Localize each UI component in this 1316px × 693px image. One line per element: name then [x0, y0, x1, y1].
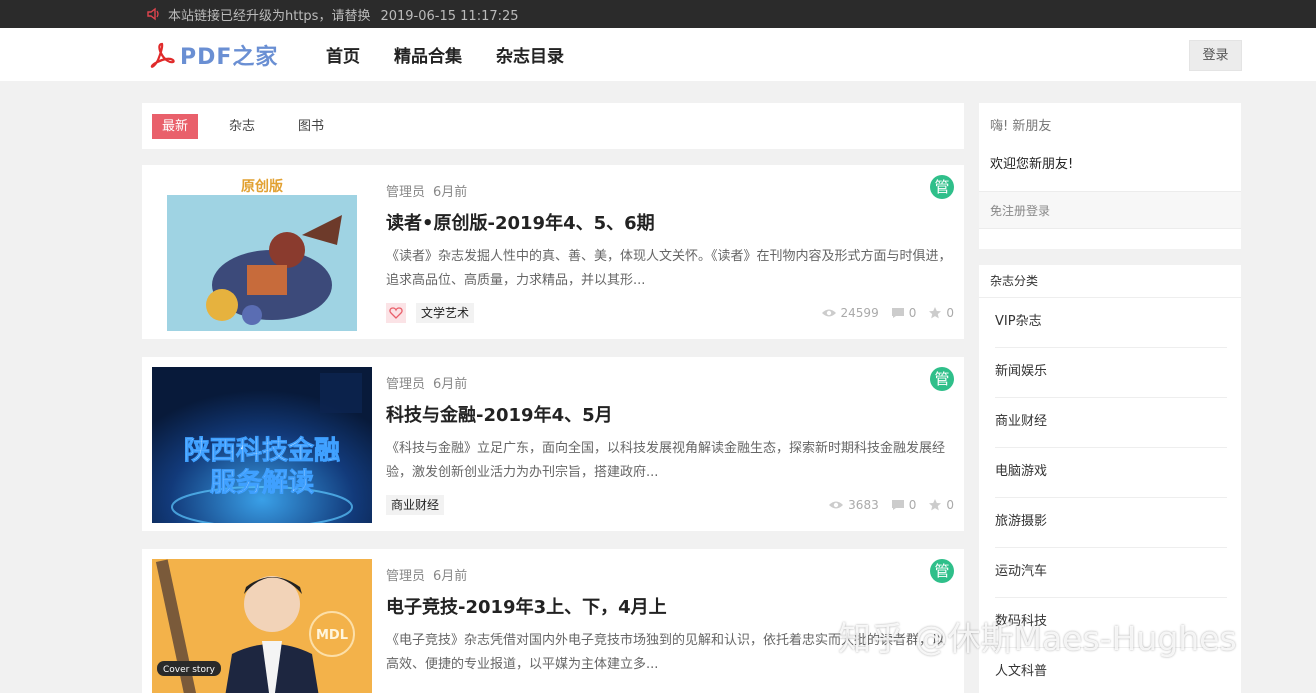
welcome-greeting: 嗨! 新朋友: [990, 119, 1052, 134]
site-header: PDF之家 首页 精品合集 杂志目录 登录: [0, 28, 1316, 81]
comments-stat[interactable]: 0: [891, 306, 917, 320]
post-card: 陕西科技金融 服务解读 管理员 6月前 管 科技与金融-2019年4、5月 《科技…: [142, 357, 964, 531]
category-panel-title: 杂志分类: [979, 265, 1241, 298]
category-item-business-finance[interactable]: 商业财经: [995, 398, 1227, 448]
views-count: 24599: [840, 306, 879, 320]
admin-badge: 管: [930, 367, 954, 391]
post-author[interactable]: 管理员: [386, 569, 425, 584]
category-item-sports-auto[interactable]: 运动汽车: [995, 548, 1227, 598]
post-title[interactable]: 科技与金融-2019年4、5月: [386, 401, 613, 427]
cover-label: Cover story: [163, 665, 216, 675]
welcome-panel: 嗨! 新朋友 欢迎您新朋友! 免注册登录: [979, 103, 1241, 249]
star-icon: [929, 307, 942, 319]
cover-illustration: 原创版: [152, 175, 372, 331]
main-nav: 首页 精品合集 杂志目录: [326, 28, 598, 81]
welcome-message: 欢迎您新朋友!: [990, 157, 1074, 172]
post-excerpt: 《读者》杂志发掘人性中的真、善、美，体现人文关怀。《读者》在刊物内容及形式方面与…: [386, 249, 952, 288]
post-excerpt: 《科技与金融》立足广东，面向全国，以科技发展视角解读金融生态，探索新时期科技金融…: [386, 441, 946, 480]
post-cover[interactable]: MDL Cover story: [152, 559, 372, 693]
tab-magazines[interactable]: 杂志: [219, 114, 265, 139]
tab-latest[interactable]: 最新: [152, 114, 199, 139]
register-login-link[interactable]: 免注册登录: [979, 191, 1241, 229]
category-item-travel-photo[interactable]: 旅游摄影: [995, 498, 1227, 548]
post-time: 6月前: [433, 377, 468, 392]
cover-subheadline: 服务解读: [210, 468, 314, 498]
views-count: 3683: [848, 498, 879, 512]
notice-date: 2019-06-15 11:17:25: [380, 9, 519, 24]
post-meta: 管理员 6月前: [386, 181, 467, 200]
post-author[interactable]: 管理员: [386, 185, 425, 200]
category-tag[interactable]: 文学艺术: [416, 303, 475, 323]
like-button[interactable]: [386, 303, 406, 323]
stars-stat[interactable]: 0: [928, 306, 954, 320]
stars-count: 0: [946, 498, 954, 512]
logo-text: PDF之家: [180, 45, 279, 70]
filter-tabs: 最新 杂志 图书: [142, 103, 964, 149]
post-time: 6月前: [433, 185, 468, 200]
stars-count: 0: [946, 306, 954, 320]
cover-title: 原创版: [241, 178, 283, 195]
login-button[interactable]: 登录: [1189, 40, 1242, 71]
post-card: 原创版 管理员 6月前 管 读者•原创版-2019年4、5、6期 《读者》杂志发掘…: [142, 165, 964, 339]
top-notice-bar: 本站链接已经升级为https，请替换 2019-06-15 11:17:25: [0, 0, 1316, 28]
notice-message: 本站链接已经升级为https，请替换: [168, 9, 371, 24]
notice-text[interactable]: 本站链接已经升级为https，请替换 2019-06-15 11:17:25: [168, 5, 519, 24]
heart-icon: [389, 307, 403, 319]
tab-books[interactable]: 图书: [288, 114, 334, 139]
comments-stat[interactable]: 0: [891, 498, 917, 512]
site-logo[interactable]: PDF之家: [148, 40, 278, 70]
views-stat: 3683: [828, 498, 879, 512]
post-footer: 文学艺术 24599 0 0: [386, 301, 954, 323]
star-icon: [929, 499, 942, 511]
stars-stat[interactable]: 0: [928, 498, 954, 512]
post-author[interactable]: 管理员: [386, 377, 425, 392]
post-title[interactable]: 读者•原创版-2019年4、5、6期: [386, 209, 655, 235]
category-item-computer-games[interactable]: 电脑游戏: [995, 448, 1227, 498]
cover-headline: 陕西科技金融: [184, 435, 340, 466]
comment-icon: [891, 500, 904, 510]
admin-badge: 管: [930, 175, 954, 199]
cover-illustration: MDL Cover story: [152, 559, 372, 693]
post-cover[interactable]: 陕西科技金融 服务解读: [152, 367, 372, 523]
nav-collections[interactable]: 精品合集: [394, 42, 462, 67]
category-item-news-entertainment[interactable]: 新闻娱乐: [995, 348, 1227, 398]
post-time: 6月前: [433, 569, 468, 584]
eye-icon: [821, 309, 836, 317]
comments-count: 0: [908, 498, 917, 512]
post-stats: 3683 0 0: [816, 495, 954, 515]
nav-magazine-catalog[interactable]: 杂志目录: [496, 42, 564, 67]
post-title[interactable]: 电子竞技-2019年3上、下，4月上: [386, 593, 667, 619]
post-meta: 管理员 6月前: [386, 565, 467, 584]
eye-icon: [829, 501, 844, 509]
post-stats: 24599 0 0: [809, 303, 954, 323]
post-cover[interactable]: 原创版: [152, 175, 372, 331]
watermark: 知乎 @休斯Maes-Hughes: [838, 619, 1237, 658]
admin-badge: 管: [930, 559, 954, 583]
speaker-icon: [147, 7, 159, 21]
cover-illustration: 陕西科技金融 服务解读: [152, 367, 372, 523]
category-item-vip[interactable]: VIP杂志: [995, 298, 1227, 348]
pdf-logo-icon: [150, 42, 175, 68]
post-footer: 商业财经 3683 0 0: [386, 493, 954, 515]
views-stat: 24599: [821, 306, 879, 320]
nav-home[interactable]: 首页: [326, 42, 360, 67]
post-meta: 管理员 6月前: [386, 373, 467, 392]
comments-count: 0: [908, 306, 917, 320]
category-tag[interactable]: 商业财经: [386, 495, 445, 515]
cover-logo: MDL: [316, 628, 348, 643]
comment-icon: [891, 308, 904, 318]
